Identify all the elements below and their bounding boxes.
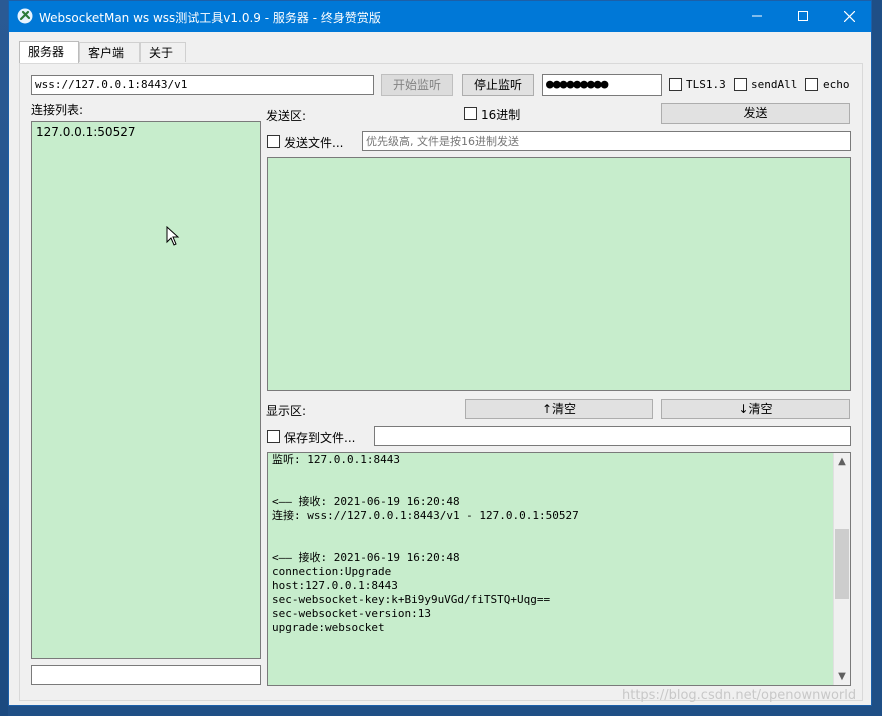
save-file-checkbox[interactable] — [267, 430, 280, 443]
title-bar[interactable]: WebsocketMan ws wss测试工具v1.0.9 - 服务器 - 终身… — [9, 1, 871, 32]
save-file-label: 保存到文件... — [284, 431, 356, 445]
password-input[interactable]: ●●●●●●●●● — [542, 74, 662, 96]
log-line: 连接: wss://127.0.0.1:8443/v1 - 127.0.0.1:… — [272, 509, 579, 522]
watermark-text: https://blog.csdn.net/openownworld — [622, 688, 857, 703]
log-line: sec-websocket-key:k+Bi9y9uVGd/fiTSTQ+Uqg… — [272, 593, 551, 606]
log-line: host:127.0.0.1:8443 — [272, 579, 398, 592]
url-input[interactable]: wss://127.0.0.1:8443/v1 — [31, 75, 374, 95]
log-line: connection:Upgrade — [272, 565, 392, 578]
sendall-checkbox[interactable] — [734, 78, 747, 91]
log-scrollbar[interactable]: ▲ ▼ — [833, 453, 850, 685]
log-line: <—— 接收: 2021-06-19 16:20:48 — [272, 495, 460, 508]
scroll-up-icon[interactable]: ▲ — [834, 453, 850, 470]
hex-checkbox[interactable] — [464, 107, 477, 120]
send-file-checkbox[interactable] — [267, 135, 280, 148]
echo-checkbox[interactable] — [805, 78, 818, 91]
save-file-path-input[interactable] — [374, 426, 851, 446]
display-area-label: 显示区: — [266, 404, 307, 418]
connection-bottom-input[interactable] — [31, 665, 261, 685]
scrollbar-thumb[interactable] — [835, 529, 849, 599]
scroll-down-icon[interactable]: ▼ — [834, 668, 850, 685]
tls-label: TLS1.3 — [686, 78, 726, 91]
log-line: <—— 接收: 2021-06-19 16:20:48 — [272, 551, 460, 564]
log-text: 监听: 127.0.0.1:8443 <—— 接收: 2021-06-19 16… — [272, 453, 832, 635]
clear-up-button[interactable]: ↑清空 — [465, 399, 653, 419]
maximize-icon — [798, 11, 808, 21]
display-log-area[interactable]: 监听: 127.0.0.1:8443 <—— 接收: 2021-06-19 16… — [267, 452, 851, 686]
app-window: WebsocketMan ws wss测试工具v1.0.9 - 服务器 - 终身… — [8, 0, 872, 706]
hex-label: 16进制 — [481, 108, 521, 122]
sendall-label: sendAll — [751, 78, 798, 91]
mouse-cursor-icon — [166, 226, 180, 246]
send-file-path-input[interactable] — [362, 131, 851, 151]
log-line: upgrade:websocket — [272, 621, 385, 634]
connection-item[interactable]: 127.0.0.1:50527 — [36, 125, 135, 139]
app-logo-icon — [17, 8, 33, 24]
echo-label: echo — [823, 78, 850, 91]
send-content-area[interactable] — [267, 157, 851, 391]
connection-list-label: 连接列表: — [31, 103, 84, 117]
window-title: WebsocketMan ws wss测试工具v1.0.9 - 服务器 - 终身… — [39, 11, 381, 25]
desktop-background — [0, 0, 8, 716]
maximize-button[interactable] — [780, 1, 826, 32]
close-icon — [843, 10, 855, 22]
clear-down-button[interactable]: ↓清空 — [661, 399, 850, 419]
log-line: 监听: 127.0.0.1:8443 — [272, 453, 400, 466]
start-listen-button[interactable]: 开始监听 — [381, 74, 453, 96]
minimize-icon — [752, 15, 762, 17]
send-file-text: 发送文件... — [284, 136, 344, 150]
close-button[interactable] — [826, 1, 872, 32]
connection-list[interactable]: 127.0.0.1:50527 — [31, 121, 261, 659]
send-button[interactable]: 发送 — [661, 103, 850, 124]
minimize-button[interactable] — [734, 1, 780, 32]
server-panel: wss://127.0.0.1:8443/v1 开始监听 停止监听 ●●●●●●… — [19, 63, 863, 701]
tab-about[interactable]: 关于 — [140, 42, 186, 62]
tab-server[interactable]: 服务器 — [19, 41, 79, 63]
tab-client[interactable]: 客户端 — [79, 42, 140, 62]
tls-checkbox[interactable] — [669, 78, 682, 91]
stop-listen-button[interactable]: 停止监听 — [462, 74, 534, 96]
send-area-label: 发送区: — [266, 109, 307, 123]
log-line: sec-websocket-version:13 — [272, 607, 431, 620]
